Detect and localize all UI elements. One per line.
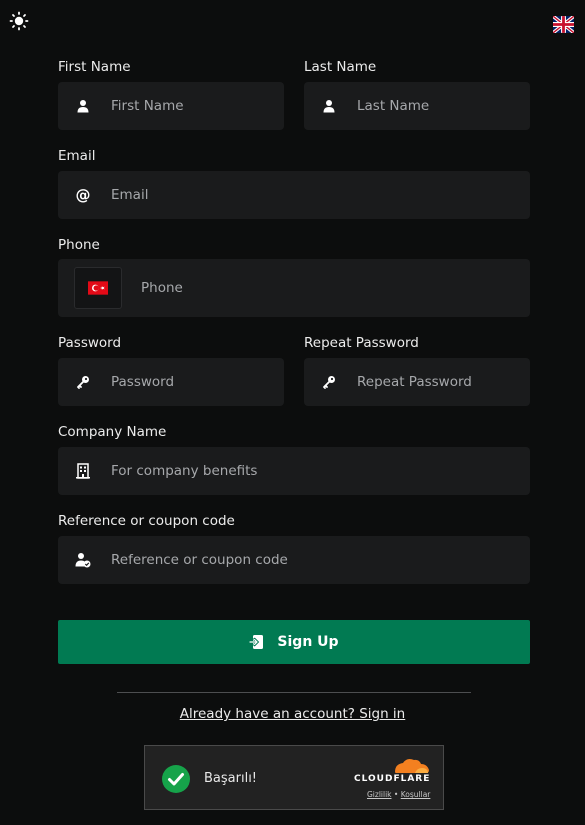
sign-in-icon	[249, 634, 265, 650]
terms-link[interactable]: Koşullar	[401, 790, 431, 799]
country-selector[interactable]	[74, 267, 122, 309]
email-field[interactable]: @	[58, 171, 530, 219]
turkey-flag-icon	[88, 281, 108, 295]
sign-up-button[interactable]: Sign Up	[58, 620, 530, 664]
password-label: Password	[58, 335, 122, 351]
divider	[117, 692, 471, 693]
company-name-field[interactable]	[58, 447, 530, 495]
user-icon	[321, 98, 337, 114]
last-name-label: Last Name	[304, 59, 377, 75]
repeat-password-label: Repeat Password	[304, 335, 419, 351]
cloudflare-wordmark: CLOUDFLARE	[354, 774, 431, 784]
link-separator: •	[393, 790, 399, 799]
privacy-link[interactable]: Gizlilik	[367, 790, 392, 799]
phone-input[interactable]	[141, 259, 520, 317]
building-icon	[75, 463, 91, 479]
repeat-password-field[interactable]	[304, 358, 530, 406]
phone-field[interactable]	[58, 259, 530, 317]
language-uk-flag-icon[interactable]	[551, 14, 576, 35]
user-icon	[75, 98, 91, 114]
captcha-links: Gizlilik • Koşullar	[367, 790, 430, 799]
user-check-icon	[75, 552, 91, 568]
first-name-field[interactable]	[58, 82, 284, 130]
company-name-input[interactable]	[111, 447, 520, 495]
at-icon: @	[75, 186, 91, 204]
reference-field[interactable]	[58, 536, 530, 584]
reference-label: Reference or coupon code	[58, 513, 235, 529]
theme-toggle-sun-icon[interactable]	[9, 11, 29, 31]
first-name-input[interactable]	[111, 82, 274, 130]
sign-in-link[interactable]: Already have an account? Sign in	[0, 706, 585, 722]
password-field[interactable]	[58, 358, 284, 406]
last-name-field[interactable]	[304, 82, 530, 130]
repeat-password-input[interactable]	[357, 358, 520, 406]
company-name-label: Company Name	[58, 424, 167, 440]
email-label: Email	[58, 148, 96, 164]
captcha-status: Başarılı!	[204, 771, 258, 786]
first-name-label: First Name	[58, 59, 131, 75]
success-check-icon	[162, 765, 190, 793]
reference-input[interactable]	[111, 536, 520, 584]
key-icon	[75, 374, 91, 390]
key-icon	[321, 374, 337, 390]
password-input[interactable]	[111, 358, 274, 406]
sign-up-label: Sign Up	[277, 634, 339, 650]
phone-label: Phone	[58, 237, 100, 253]
captcha-widget[interactable]: Başarılı! CLOUDFLARE Gizlilik • Koşullar	[144, 745, 444, 810]
email-input[interactable]	[111, 171, 520, 219]
last-name-input[interactable]	[357, 82, 520, 130]
